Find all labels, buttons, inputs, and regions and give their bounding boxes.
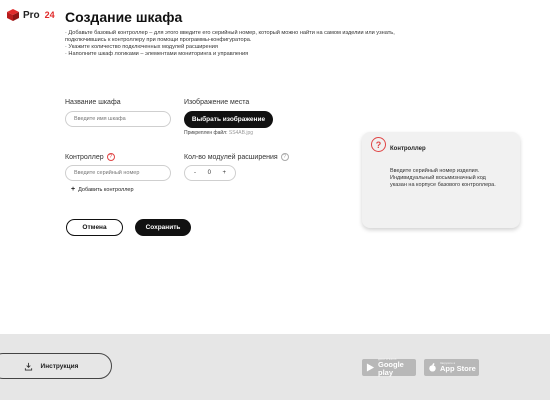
modules-stepper: - 0 + xyxy=(184,165,236,181)
save-button[interactable]: Сохранить xyxy=(135,219,191,236)
cancel-button[interactable]: Отмена xyxy=(66,219,123,236)
cube-logo-icon xyxy=(7,9,19,21)
help-card-title: Контроллер xyxy=(390,146,426,152)
app-store-badge[interactable]: Загрузите в App Store xyxy=(424,359,479,376)
intro-line: · Наполните шкаф логиками – элементами м… xyxy=(65,51,249,57)
attached-file-name[interactable]: SS4AB.jpg xyxy=(229,130,253,136)
google-play-icon xyxy=(366,363,375,372)
controller-label: Контроллер xyxy=(65,153,104,161)
choose-image-button[interactable]: Выбрать изображение xyxy=(184,111,273,128)
controller-serial-input[interactable] xyxy=(65,165,171,181)
cabinet-name-label: Название шкафа xyxy=(65,99,121,106)
image-label: Изображение места xyxy=(184,99,250,106)
question-icon[interactable]: ? xyxy=(106,153,115,161)
app-store-text: App Store xyxy=(440,364,476,373)
google-play-badge[interactable]: ДОСТУПНО В Google play xyxy=(362,358,416,377)
manual-button[interactable]: Инструкция xyxy=(0,353,112,379)
brand-name: Pro xyxy=(23,9,40,21)
plus-icon: + xyxy=(71,186,76,193)
attached-file-info: Прикреплен файл: SS4AB.jpg xyxy=(184,130,253,136)
add-controller-button[interactable]: + Добавить контроллер xyxy=(71,186,134,193)
help-card: ? Контроллер Введите серийный номер изде… xyxy=(362,132,520,228)
footer: Инструкция ДОСТУПНО В Google play Загруз… xyxy=(0,334,550,400)
question-icon[interactable]: ? xyxy=(280,153,289,161)
intro-line: · Добавьте базовый контроллер – для этог… xyxy=(65,30,395,36)
apple-icon xyxy=(429,363,436,372)
question-circle-icon: ? xyxy=(371,137,386,152)
download-icon xyxy=(24,362,32,371)
modules-label: Кол-во модулей расширения xyxy=(184,153,278,161)
add-controller-label: Добавить контроллер xyxy=(78,186,134,193)
cabinet-name-input[interactable] xyxy=(65,111,171,127)
brand-logo[interactable]: Pro 24 xyxy=(6,8,55,22)
page-title: Создание шкафа xyxy=(65,9,183,25)
stepper-plus-button[interactable]: + xyxy=(222,170,226,176)
controller-label-row: Контроллер? xyxy=(65,153,115,161)
attached-file-label: Прикреплен файл: xyxy=(184,130,228,136)
help-card-text: Введите серийный номер изделия. Индивиду… xyxy=(390,168,496,188)
google-play-text: Google play xyxy=(378,360,404,377)
intro-instructions: · Добавьте базовый контроллер – для этог… xyxy=(65,30,485,58)
intro-line: · Укажите количество подключенных модуле… xyxy=(65,44,218,50)
stepper-value[interactable]: 0 xyxy=(208,170,211,176)
intro-line: подключившись к контроллеру при помощи п… xyxy=(65,37,252,43)
modules-label-row: Кол-во модулей расширения? xyxy=(184,153,289,161)
manual-label: Инструкция xyxy=(40,362,79,370)
stepper-minus-button[interactable]: - xyxy=(194,170,196,176)
brand-number: 24 xyxy=(44,10,55,20)
